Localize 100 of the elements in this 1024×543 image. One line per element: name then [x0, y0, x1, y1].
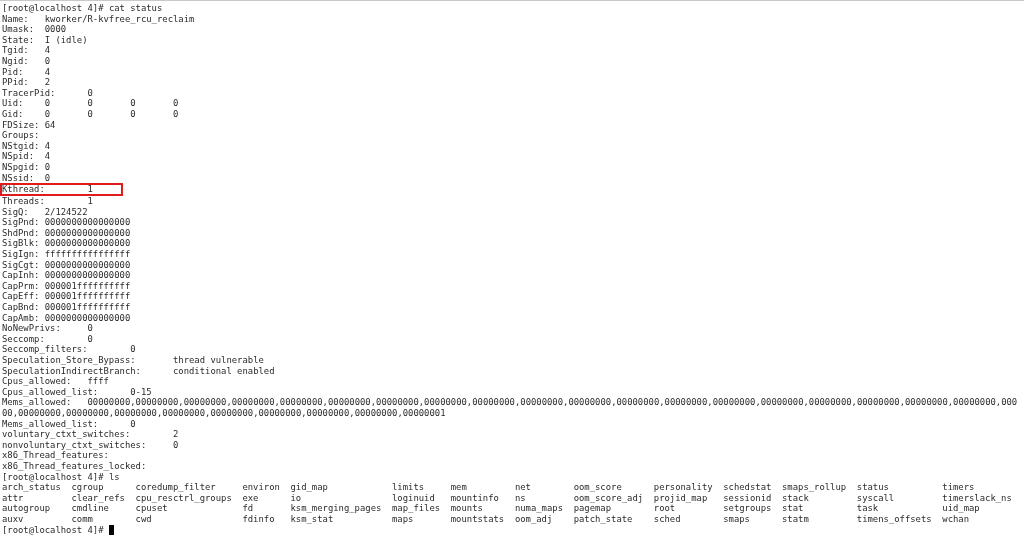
file-name: timerslack_ns [942, 492, 1012, 504]
status-value: ffffffffffffffff [44, 249, 131, 260]
file-name: wchan [942, 513, 970, 525]
status-value: 0 [173, 439, 179, 450]
status-value: 0 [44, 108, 51, 119]
status-key: Seccomp_filters: [2, 344, 88, 355]
status-value: 00,00000000,00000000,00000000,00000000,00000000,00000000,00000000,00000000,00000001 [2, 407, 446, 418]
status-value: 000001ffffffffff [44, 291, 131, 302]
status-key: Threads: [2, 196, 45, 207]
file-name: clear_refs [71, 492, 125, 504]
file-name: limits [392, 482, 426, 493]
status-key: CapInh: [2, 270, 40, 281]
file-name: mountinfo [450, 492, 500, 504]
file-name: cgroup [71, 482, 105, 493]
status-key: Pid: [2, 66, 24, 77]
file-name: statm [782, 513, 810, 525]
status-key: CapPrm: [2, 280, 40, 291]
status-value: 0 [130, 108, 136, 119]
status-value: 0 [173, 98, 179, 109]
file-name: timers [942, 482, 976, 493]
status-value: 0 [44, 172, 51, 183]
shell-command: cat status [108, 3, 163, 13]
file-name: projid_map [653, 492, 709, 504]
file-name: arch_status [2, 482, 61, 493]
status-value: 0000000000000000 [44, 270, 131, 281]
status-key: Tgid: [2, 45, 29, 56]
shell-prompt: [root@localhost 4]# [2, 471, 104, 482]
status-key: SigPnd: [2, 217, 40, 228]
file-name: timens_offsets [856, 513, 932, 525]
status-value: 0000000000000000 [44, 217, 131, 228]
status-value: conditional enabled [173, 365, 275, 376]
status-value: kworker/R-kvfree_rcu_reclaim [44, 13, 195, 24]
status-value: 2/124522 [44, 206, 88, 217]
file-name: patch_state [573, 513, 634, 525]
shell-prompt: [root@localhost 4]# [2, 524, 104, 535]
file-name: mem [450, 482, 468, 493]
status-key: Cpus_allowed: [2, 376, 72, 387]
status-key: ShdPnd: [2, 227, 40, 238]
status-key: Gid: [2, 108, 24, 119]
status-value: 0 [87, 98, 93, 109]
file-name: auxv [2, 513, 25, 525]
file-name: smaps_rollup [782, 482, 847, 493]
status-key: CapAmb: [2, 312, 40, 323]
status-key: CapBnd: [2, 302, 40, 313]
status-value: 000001ffffffffff [44, 280, 131, 291]
status-key: SigBlk: [2, 238, 40, 249]
status-value: 0 [87, 108, 93, 119]
status-key: Mems_allowed: [2, 397, 72, 408]
file-name: ns [514, 492, 527, 504]
file-name: pagemap [573, 503, 613, 514]
status-value: 0 [87, 333, 93, 344]
status-value: 4 [44, 140, 51, 151]
status-key: Name: [2, 13, 29, 24]
file-name: oom_score_adj [573, 492, 644, 504]
status-value: 0 [44, 98, 51, 109]
status-key: nonvoluntary_ctxt_switches: [2, 439, 147, 450]
file-name: status [856, 482, 890, 493]
status-key: NSsid: [2, 172, 35, 183]
file-name: cwd [135, 513, 153, 525]
status-key: x86_Thread_features_locked: [2, 460, 147, 471]
status-value: 0-15 [130, 386, 152, 397]
status-key: x86_Thread_features: [2, 450, 109, 461]
file-name: setgroups [723, 503, 772, 514]
status-value: 0 [44, 55, 51, 66]
status-value: 0 [130, 418, 136, 429]
status-value: 1 [87, 196, 93, 207]
status-key: CapEff: [2, 291, 40, 302]
status-value: 0000000000000000 [44, 312, 131, 323]
status-key: NSpid: [2, 151, 35, 162]
status-key: PPid: [2, 77, 29, 88]
status-value: 0 [130, 344, 136, 355]
status-key: Umask: [2, 24, 35, 35]
file-name: stat [782, 503, 805, 514]
status-key: Uid: [2, 98, 24, 109]
file-name: mounts [450, 503, 484, 514]
status-value: 0 [87, 323, 93, 334]
file-name: loginuid [392, 492, 436, 504]
status-value: 0 [87, 87, 93, 98]
status-value: 000001ffffffffff [44, 302, 131, 313]
status-value: I (idle) [44, 34, 88, 45]
file-name: fdinfo [242, 513, 276, 525]
status-key: Cpus_allowed_list: [2, 386, 99, 397]
status-key: NStgid: [2, 140, 40, 151]
file-name: attr [2, 492, 25, 504]
file-name: oom_score [573, 482, 623, 493]
file-name: coredump_filter [135, 482, 217, 493]
file-name: uid_map [942, 503, 981, 514]
status-key: SigCgt: [2, 259, 40, 270]
file-name: task [856, 503, 880, 514]
file-name: schedstat [723, 482, 772, 493]
status-key: NSpgid: [2, 161, 40, 172]
file-name: cpuset [135, 503, 169, 514]
shell-prompt: [root@localhost 4]# [2, 3, 104, 13]
status-value: 0 [44, 161, 51, 172]
status-value: 1 [87, 184, 93, 195]
file-name: maps [392, 513, 415, 525]
file-name: comm [71, 513, 94, 525]
status-value: 4 [44, 45, 51, 56]
file-name: fd [242, 503, 255, 514]
file-name: sessionid [723, 492, 772, 504]
